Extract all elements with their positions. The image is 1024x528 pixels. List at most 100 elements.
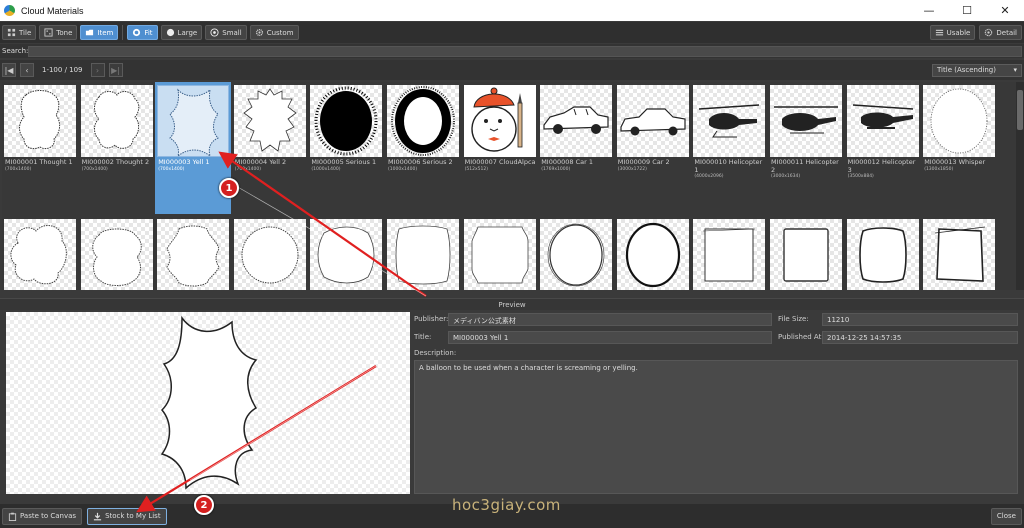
material-item[interactable] <box>615 216 691 290</box>
material-item[interactable] <box>385 216 461 290</box>
size-small-label: Small <box>222 28 242 37</box>
material-name: MI000010 Helicopter 1 <box>694 158 763 174</box>
size-large-label: Large <box>177 28 198 37</box>
tone-icon <box>44 28 53 37</box>
title-field: MI000003 Yell 1 <box>448 331 772 344</box>
material-thumbnail <box>923 85 996 157</box>
size-fit-button[interactable]: Fit <box>127 25 158 40</box>
material-item[interactable]: MI000008 Car 1 (1769x1000) <box>538 82 614 214</box>
material-item[interactable] <box>2 216 78 290</box>
scrollbar-thumb[interactable] <box>1017 90 1023 130</box>
publisher-label: Publisher: <box>414 315 449 323</box>
material-item[interactable]: MI000013 Whisper (1300x1850) <box>921 82 997 214</box>
paste-to-canvas-button[interactable]: Paste to Canvas <box>2 507 83 525</box>
serious2-image <box>391 86 455 156</box>
material-item[interactable] <box>79 216 155 290</box>
material-item[interactable]: MI000011 Helicopter 2 (3000x1634) <box>768 82 844 214</box>
file-size-field: 11210 <box>822 313 1018 326</box>
material-size: (3000x1722) <box>617 167 647 172</box>
view-tile-label: Tile <box>19 28 32 37</box>
material-item[interactable]: MI000007 CloudAlpca (512x512) <box>462 82 538 214</box>
material-item[interactable]: MI000012 Helicopter 3 (3500x884) <box>845 82 921 214</box>
oval-image <box>547 223 605 287</box>
material-size: (1769x1000) <box>541 167 571 172</box>
material-thumbnail <box>387 219 459 290</box>
usable-button[interactable]: Usable <box>929 25 976 40</box>
material-thumbnail <box>693 85 766 157</box>
stock-to-my-list-button[interactable]: Stock to My List <box>87 507 167 525</box>
toolbar: Tile Tone Item Fit Large Small Custom Us… <box>0 22 1024 43</box>
window-controls: — ☐ ✕ <box>910 0 1024 21</box>
material-item[interactable] <box>308 216 384 290</box>
minimize-icon[interactable]: — <box>910 0 948 21</box>
maximize-icon[interactable]: ☐ <box>948 0 986 21</box>
material-item[interactable]: MI000006 Serious 2 (1000x1400) <box>385 82 461 214</box>
blob3-image <box>166 225 220 287</box>
view-tone-button[interactable]: Tone <box>39 25 78 40</box>
material-thumbnail <box>310 85 383 157</box>
material-thumbnail <box>616 219 689 290</box>
rect2-image <box>471 226 528 284</box>
item-icon <box>86 29 94 36</box>
stock-to-my-list-label: Stock to My List <box>105 512 161 520</box>
material-item[interactable] <box>538 216 614 290</box>
material-item[interactable]: MI000009 Car 2 (3000x1722) <box>615 82 691 214</box>
close-button[interactable]: Close <box>990 507 1022 525</box>
sort-select[interactable]: Title (Ascending) ▾ <box>932 63 1022 77</box>
whisper-image <box>930 88 988 154</box>
material-item[interactable] <box>155 216 231 290</box>
thought-image <box>19 90 61 150</box>
material-thumbnail <box>846 219 919 290</box>
description-label: Description: <box>414 349 457 357</box>
material-item[interactable]: MI000010 Helicopter 1 (4000x2096) <box>691 82 767 214</box>
view-tile-button[interactable]: Tile <box>2 25 37 40</box>
material-thumbnail <box>157 219 230 290</box>
size-custom-button[interactable]: Custom <box>249 25 299 40</box>
watermark: hoc3giay.com <box>452 496 561 514</box>
size-small-button[interactable]: Small <box>205 25 247 40</box>
material-item[interactable] <box>768 216 844 290</box>
material-item[interactable]: MI000001 Thought 1 (700x1400) <box>2 82 78 214</box>
material-thumbnail <box>540 219 613 290</box>
material-item[interactable] <box>845 216 921 290</box>
material-item[interactable] <box>921 216 997 290</box>
view-item-label: Item <box>97 28 114 37</box>
close-window-icon[interactable]: ✕ <box>986 0 1024 21</box>
material-item[interactable]: MI000003 Yell 1 (700x1400) <box>155 82 232 214</box>
view-item-button[interactable]: Item <box>80 25 119 40</box>
publisher-field: メディバン公式素材 <box>448 313 772 326</box>
page-range: 1-100 / 109 <box>42 66 83 74</box>
first-page-icon: |◀ <box>4 65 14 75</box>
title-bar: Cloud Materials — ☐ ✕ <box>0 0 1024 21</box>
search-label: Search: <box>2 47 29 55</box>
grid-scrollbar[interactable] <box>1016 82 1024 290</box>
material-thumbnail <box>80 219 153 290</box>
material-size: (1000x1400) <box>388 167 418 172</box>
search-input[interactable] <box>28 45 1022 57</box>
description-field: A balloon to be used when a character is… <box>414 360 1018 494</box>
material-item[interactable] <box>462 216 538 290</box>
material-name: MI000007 CloudAlpca <box>464 158 536 166</box>
material-size: (700x1400) <box>234 167 262 172</box>
material-item[interactable]: MI000002 Thought 2 (700x1400) <box>79 82 155 214</box>
list-icon <box>935 29 943 36</box>
material-item[interactable]: MI000004 Yell 2 (700x1400) <box>232 82 308 214</box>
size-large-button[interactable]: Large <box>160 25 203 40</box>
material-size: (700x1400) <box>81 167 108 172</box>
detail-button[interactable]: Detail <box>979 25 1022 40</box>
first-page-button[interactable]: |◀ <box>2 63 16 77</box>
material-item[interactable] <box>232 216 308 290</box>
last-page-button[interactable]: ▶| <box>108 63 123 77</box>
material-item[interactable] <box>691 216 767 290</box>
material-item[interactable]: MI000005 Serious 1 (1000x1400) <box>308 82 384 214</box>
toolbar-right: Usable Detail <box>929 25 1022 40</box>
prev-page-button[interactable]: ‹ <box>20 63 34 77</box>
material-thumbnail <box>387 85 459 157</box>
material-name: MI000004 Yell 2 <box>234 158 287 166</box>
material-name: MI000008 Car 1 <box>541 158 593 166</box>
material-thumbnail <box>80 85 153 157</box>
next-page-button[interactable]: › <box>90 63 105 77</box>
yell-image <box>169 88 220 158</box>
square-image <box>703 228 756 282</box>
material-thumbnail <box>4 219 76 290</box>
